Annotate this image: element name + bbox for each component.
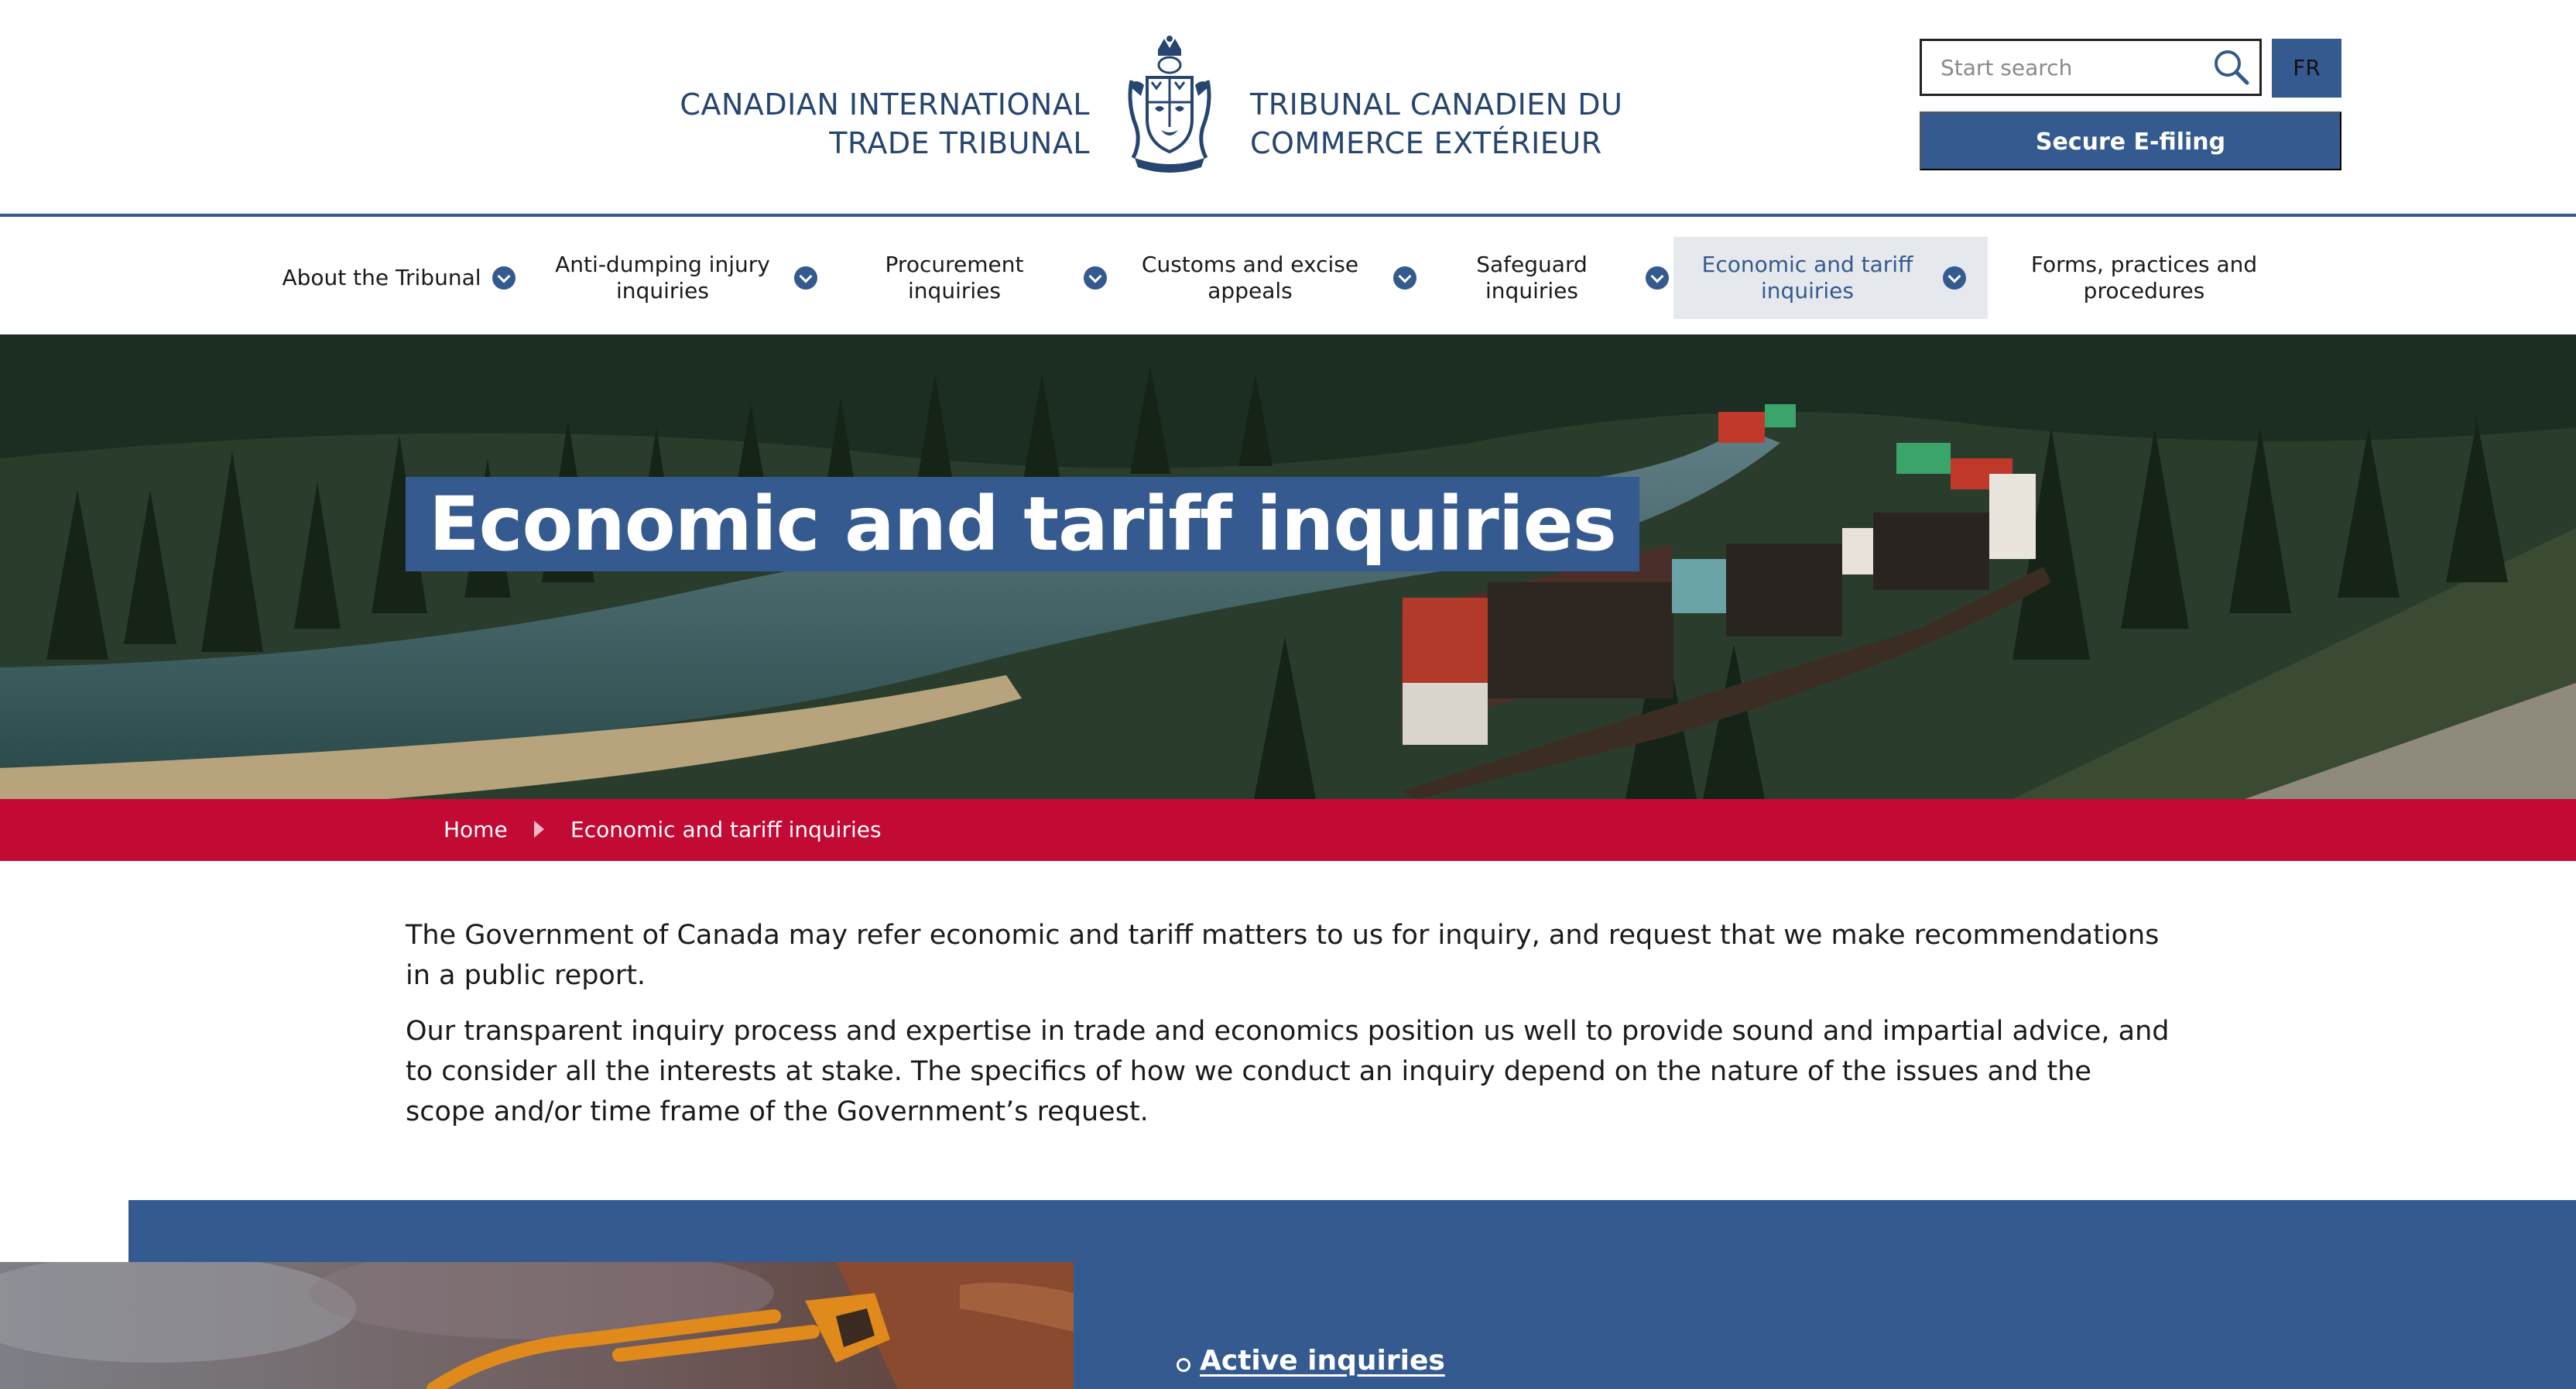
brand-name-english[interactable]: CANADIAN INTERNATIONAL TRADE TRIBUNAL: [680, 85, 1090, 163]
hero-banner: Economic and tariff inquiries: [0, 334, 2576, 799]
breadcrumb: Home Economic and tariff inquiries: [0, 799, 2576, 861]
brand-fr-line1: TRIBUNAL CANADIEN DU: [1250, 87, 1623, 122]
feature-image: [0, 1262, 1074, 1389]
chevron-right-icon: [534, 821, 544, 838]
breadcrumb-current: Economic and tariff inquiries: [570, 817, 882, 842]
list-item: Active inquiries: [1177, 1339, 1445, 1383]
intro-section: The Government of Canada may refer econo…: [406, 915, 2170, 1147]
nav-item-customs[interactable]: Customs and excise appeals: [1130, 237, 1424, 319]
nav-item-safeguard[interactable]: Safeguard inquiries: [1429, 237, 1669, 319]
language-toggle-button[interactable]: FR: [2272, 39, 2341, 98]
main-navigation: About the Tribunal Anti-dumping injury i…: [0, 220, 2576, 334]
brand-fr-line2: COMMERCE EXTÉRIEUR: [1250, 126, 1602, 160]
site-header: CANADIAN INTERNATIONAL TRADE TRIBUNAL TR…: [0, 0, 2576, 217]
nav-item-label: Procurement inquiries: [885, 252, 1024, 304]
nav-item-label: About the Tribunal: [282, 265, 481, 290]
breadcrumb-home-link[interactable]: Home: [444, 799, 508, 861]
nav-item-forms[interactable]: Forms, practices and procedures: [2005, 237, 2283, 319]
nav-item-label: Safeguard inquiries: [1476, 252, 1588, 304]
nav-item-label: Forms, practices and procedures: [2030, 252, 2258, 304]
nav-item-economic-tariff[interactable]: Economic and tariff inquiries: [1673, 237, 1988, 319]
nav-item-label: Anti-dumping injury inquiries: [555, 252, 770, 304]
chevron-down-icon[interactable]: [1393, 266, 1416, 290]
nav-item-about[interactable]: About the Tribunal: [279, 237, 519, 319]
brand-en-line2: TRADE TRIBUNAL: [829, 126, 1090, 160]
search-icon[interactable]: [2211, 47, 2252, 87]
feature-link-list: Active inquiries: [1177, 1339, 1445, 1383]
page-title: Economic and tariff inquiries: [406, 477, 1639, 571]
coat-of-arms-icon[interactable]: [1124, 34, 1215, 173]
search-input[interactable]: [1922, 41, 2201, 94]
excavator-image: [0, 1262, 1074, 1389]
brand-name-french[interactable]: TRIBUNAL CANADIEN DU COMMERCE EXTÉRIEUR: [1250, 85, 1622, 163]
chevron-down-icon[interactable]: [1084, 266, 1107, 290]
intro-paragraph-1: The Government of Canada may refer econo…: [406, 920, 2160, 991]
nav-item-label: Customs and excise appeals: [1141, 252, 1359, 304]
intro-paragraph-2: Our transparent inquiry process and expe…: [406, 1016, 2170, 1127]
nav-item-label: Economic and tariff inquiries: [1701, 252, 1913, 304]
chevron-down-icon[interactable]: [492, 266, 516, 290]
chevron-down-icon[interactable]: [1646, 266, 1669, 290]
chevron-down-icon[interactable]: [794, 266, 817, 290]
nav-item-anti-dumping[interactable]: Anti-dumping injury inquiries: [539, 237, 825, 319]
active-inquiries-link[interactable]: Active inquiries: [1200, 1345, 1445, 1377]
chevron-down-icon[interactable]: [1943, 266, 1966, 290]
search-form: [1920, 39, 2262, 96]
brand-en-line1: CANADIAN INTERNATIONAL: [680, 87, 1090, 122]
secure-efiling-button[interactable]: Secure E-filing: [1920, 111, 2341, 170]
nav-item-procurement[interactable]: Procurement inquiries: [836, 237, 1107, 319]
